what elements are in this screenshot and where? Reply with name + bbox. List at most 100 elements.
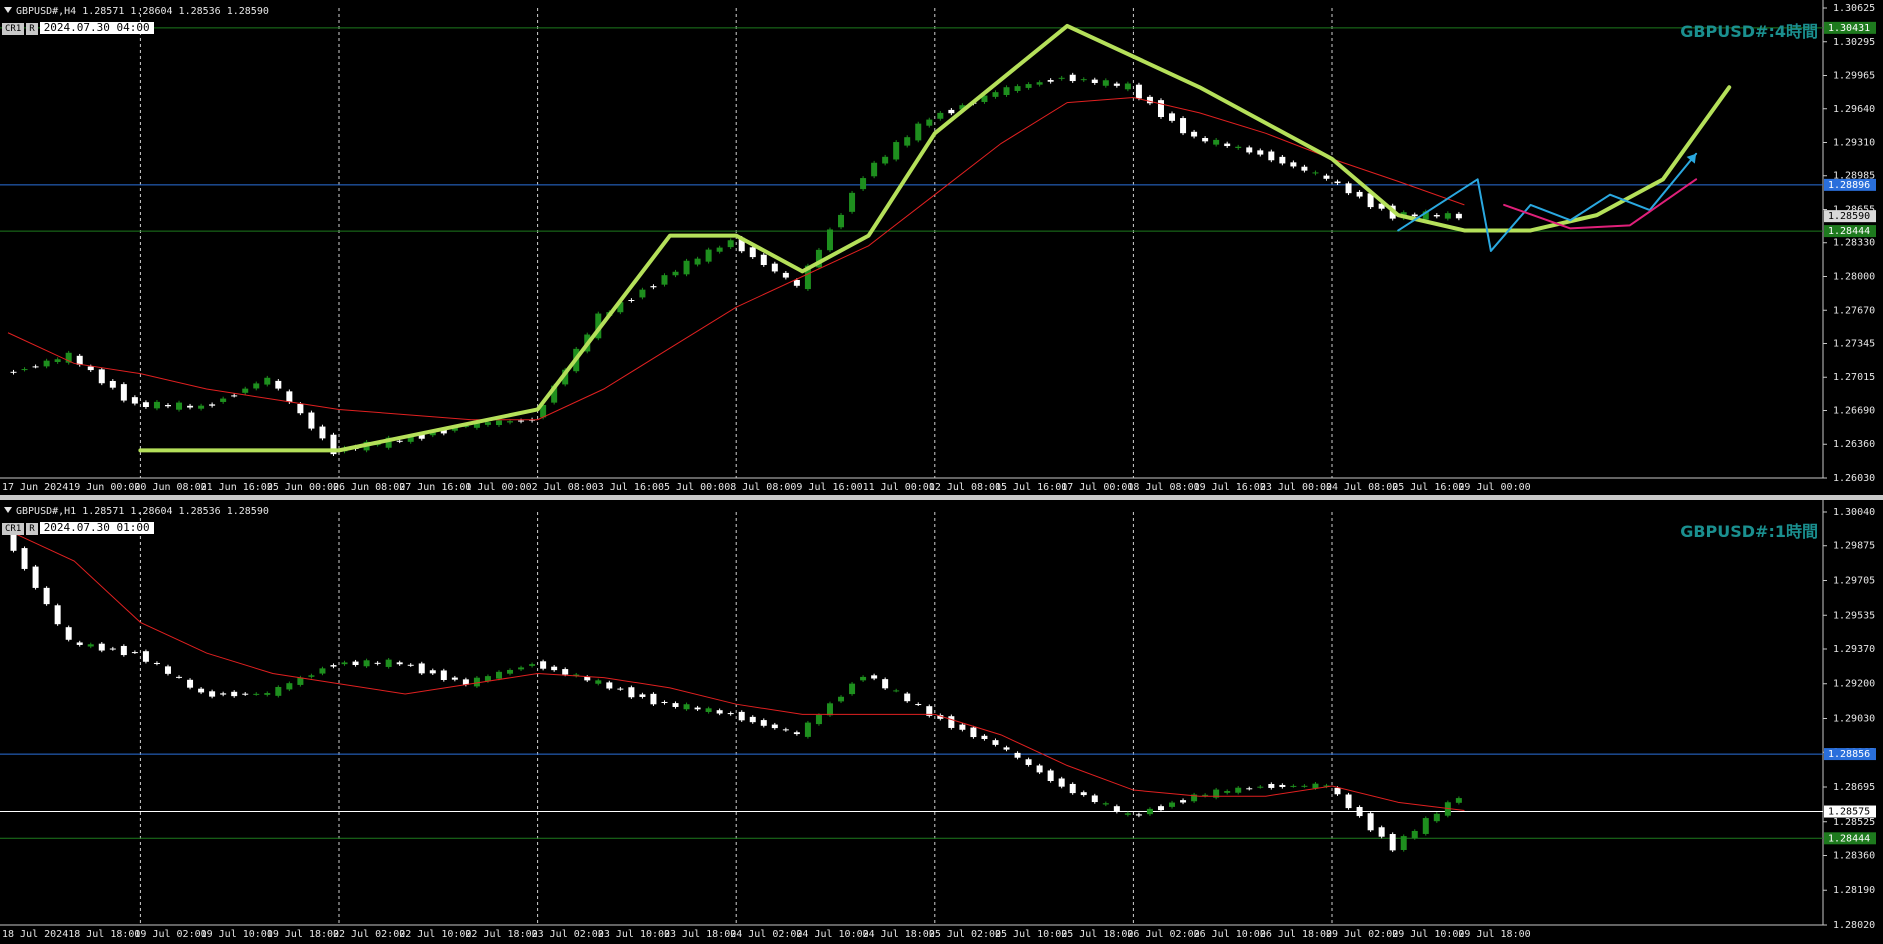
candle-body	[518, 420, 525, 422]
candle-body	[1433, 215, 1440, 217]
candle-body	[507, 669, 514, 674]
candle-body	[1058, 77, 1065, 79]
time-tick-label: 26 Jul 02:00	[1127, 929, 1199, 940]
h1-chart-panel[interactable]: 1.30040 1.29875 1.29705 1.29535 1.29370 1.292…	[0, 500, 1883, 944]
candle-body	[1312, 783, 1319, 789]
h1-tag-r[interactable]: R	[26, 523, 38, 535]
candle-body	[562, 669, 569, 675]
candle-body	[98, 369, 105, 384]
candle-body	[992, 92, 999, 97]
candle-body	[440, 670, 447, 680]
candle-body	[793, 732, 800, 735]
time-tick-label: 27 Jun 16:00	[399, 482, 471, 493]
time-tick-label: 25 Jul 02:00	[929, 929, 1001, 940]
h4-chart-title: GBPUSD#:4時間	[1680, 22, 1818, 41]
time-tick-label: 26 Jul 10:00	[1194, 929, 1266, 940]
time-tick-label: 18 Jul 2024	[2, 929, 68, 940]
candle-body	[198, 405, 205, 409]
candle-body	[882, 679, 889, 689]
candle-body	[727, 713, 734, 715]
candle-body	[308, 675, 315, 677]
candle-body	[1356, 807, 1363, 817]
candle-body	[893, 690, 900, 692]
candle-body	[705, 708, 712, 712]
h4-chart-svg[interactable]: 1.306251.302951.299651.296401.293101.289…	[0, 0, 1883, 495]
candle-body	[1003, 747, 1010, 750]
candle-body	[749, 716, 756, 723]
candle-body	[628, 300, 635, 302]
drawing-line	[1397, 152, 1698, 252]
candle-body	[915, 704, 922, 706]
candle-body	[176, 402, 183, 410]
h1-datetime-label: 2024.07.30 01:00	[39, 522, 154, 534]
candle-body	[1047, 80, 1054, 82]
time-tick-label: 8 Jul 08:00	[730, 482, 796, 493]
candle-body	[264, 693, 271, 695]
candle-body	[871, 675, 878, 679]
price-tick-label: 1.29640	[1833, 104, 1875, 115]
h1-tag-cr1[interactable]: CR1	[2, 523, 25, 535]
candle-body	[43, 587, 50, 605]
time-tick-label: 24 Jul 02:00	[730, 929, 802, 940]
candle-body	[1334, 787, 1341, 795]
candle-body	[661, 275, 668, 285]
candle-body	[1279, 784, 1286, 787]
candle-body	[893, 142, 900, 160]
candle-body	[396, 440, 403, 442]
candle-body	[937, 112, 944, 119]
candle-body	[1301, 166, 1308, 171]
price-tick-label: 1.26030	[1833, 473, 1875, 484]
time-tick-label: 25 Jul 16:00	[1392, 482, 1464, 493]
candle-body	[385, 659, 392, 667]
candle-body	[319, 426, 326, 439]
candle-body	[838, 696, 845, 702]
price-tick-label: 1.27345	[1833, 338, 1875, 349]
time-tick-label: 23 Jul 00:00	[1260, 482, 1332, 493]
candle-body	[319, 668, 326, 674]
price-tick-label: 1.29705	[1833, 575, 1875, 586]
collapse-triangle-icon[interactable]	[4, 507, 12, 513]
time-tick-label: 5 Jul 00:00	[664, 482, 730, 493]
price-tick-label: 1.28020	[1833, 920, 1875, 931]
horizontal-levels	[0, 27, 1823, 232]
h4-tag-r[interactable]: R	[26, 23, 38, 35]
candle-body	[10, 371, 17, 373]
candle-body	[330, 665, 337, 667]
price-tick-label: 1.30295	[1833, 37, 1875, 48]
candle-body	[672, 703, 679, 707]
time-tick-label: 19 Jul 02:00	[134, 929, 206, 940]
candle-body	[286, 391, 293, 403]
price-tick-label: 1.26690	[1833, 405, 1875, 416]
candle-body	[1224, 791, 1231, 793]
h4-crosshair-info: CR1 R 2024.07.30 04:00	[2, 22, 154, 35]
candle-body	[253, 383, 260, 389]
candle-body	[540, 661, 547, 669]
candle-body	[1246, 788, 1253, 790]
candle-body	[1191, 131, 1198, 137]
candle-body	[1157, 806, 1164, 811]
h1-chart-svg[interactable]: 1.30040 1.29875 1.29705 1.29535 1.29370 1.292…	[0, 500, 1883, 944]
candle-body	[584, 676, 591, 681]
candle-body	[495, 420, 502, 426]
time-tick-label: 24 Jul 18:00	[863, 929, 935, 940]
candle-body	[882, 156, 889, 164]
candle-body	[694, 258, 701, 265]
candle-body	[1411, 214, 1418, 217]
candle-body	[617, 688, 624, 690]
h4-tag-cr1[interactable]: CR1	[2, 23, 25, 35]
candle-body	[1124, 83, 1131, 90]
candle-body	[429, 670, 436, 674]
collapse-triangle-icon[interactable]	[4, 7, 12, 13]
candle-body	[286, 683, 293, 690]
candle-body	[1367, 813, 1374, 831]
candle-body	[76, 642, 83, 645]
h4-chart-panel[interactable]: 1.30625 1.30295 1.29965 1.29640 1.29310 1.289…	[0, 0, 1883, 495]
time-tick-label: 22 Jul 10:00	[399, 929, 471, 940]
candle-body	[661, 701, 668, 704]
time-ticks: 18 Jul 2024 18 Jul 18:0019 Jul 02:0019 Ju…	[2, 512, 1531, 940]
candle-body	[804, 722, 811, 737]
candle-body	[1003, 87, 1010, 95]
time-tick-label: 11 Jul 00:00	[863, 482, 935, 493]
candle-body	[264, 377, 271, 385]
candle-body	[1246, 147, 1253, 153]
